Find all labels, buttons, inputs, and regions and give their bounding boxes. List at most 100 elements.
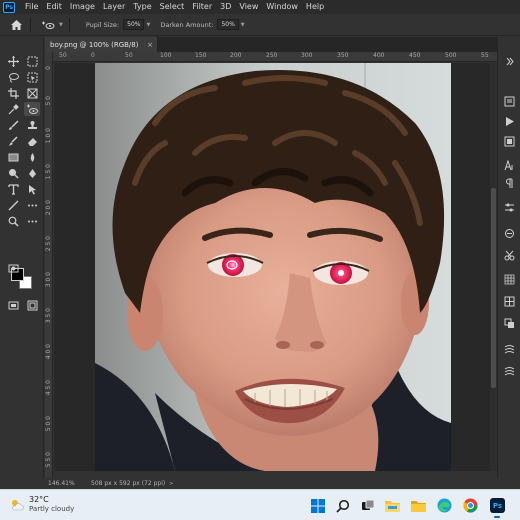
paths-panel-button[interactable] xyxy=(503,365,516,378)
ruler-label: 0 xyxy=(45,66,52,70)
ruler-label: 1 5 0 xyxy=(45,164,52,180)
history-panel-button[interactable] xyxy=(503,95,516,108)
zoom-level[interactable]: 146.41% xyxy=(45,480,87,487)
line-tool[interactable] xyxy=(5,198,21,212)
swatches-panel-button[interactable] xyxy=(503,273,516,286)
options-separator xyxy=(30,17,31,32)
windows-taskbar: 32°C Partly cloudy Ps xyxy=(0,489,520,520)
color-panel-button[interactable] xyxy=(503,135,516,148)
vertical-scrollbar[interactable] xyxy=(490,63,497,471)
home-button[interactable] xyxy=(8,17,24,33)
history-brush-tool[interactable] xyxy=(5,134,21,148)
active-app-indicator xyxy=(494,516,500,518)
brush-settings-button[interactable] xyxy=(503,249,516,262)
scrollbar-thumb[interactable] xyxy=(491,188,496,388)
pen-tool[interactable] xyxy=(24,166,40,180)
menu-filter[interactable]: Filter xyxy=(188,0,216,14)
photoshop-icon: Ps xyxy=(490,498,505,513)
object-select-tool[interactable] xyxy=(24,70,40,84)
status-menu-arrow[interactable]: > xyxy=(169,481,173,487)
file-explorer-button[interactable] xyxy=(384,497,401,514)
gradient-tool[interactable] xyxy=(5,150,21,164)
move-tool[interactable] xyxy=(5,54,21,68)
pupil-size-dropdown-icon[interactable]: ▼ xyxy=(146,22,150,28)
menu-help[interactable]: Help xyxy=(302,0,328,14)
document-info: 508 px x 592 px (72 ppi) xyxy=(91,480,166,487)
ruler-label: 350 xyxy=(337,52,349,59)
frame-tool[interactable] xyxy=(24,86,40,100)
document-tab[interactable]: boy.png @ 100% (RGB/8) × xyxy=(45,37,157,52)
stamp-tool[interactable] xyxy=(24,118,40,132)
type-tool[interactable] xyxy=(5,182,21,196)
tool-preset-picker[interactable]: ▼ xyxy=(41,20,63,30)
crop-tool[interactable] xyxy=(5,86,21,100)
double-chevron-icon xyxy=(506,57,514,66)
menu-file[interactable]: File xyxy=(21,0,42,14)
lasso-tool[interactable] xyxy=(5,70,21,84)
menu-edit[interactable]: Edit xyxy=(42,0,66,14)
canvas-area[interactable] xyxy=(54,63,490,471)
photoshop-taskbar-button[interactable]: Ps xyxy=(489,497,506,514)
close-icon[interactable]: × xyxy=(147,41,153,49)
windows-start-button[interactable] xyxy=(309,497,326,514)
darken-amount-input[interactable]: 50% xyxy=(217,19,239,30)
blur-tool[interactable] xyxy=(24,150,40,164)
portrait-image xyxy=(95,63,451,471)
ruler-label: 4 5 0 xyxy=(45,380,52,396)
taskbar-search-button[interactable] xyxy=(334,497,351,514)
task-view-icon xyxy=(361,499,374,510)
menu-type[interactable]: Type xyxy=(129,0,155,14)
menu-layer[interactable]: Layer xyxy=(99,0,129,14)
path-select-tool[interactable] xyxy=(24,182,40,196)
patterns-panel-button[interactable] xyxy=(503,295,516,308)
weather-temperature: 32°C xyxy=(29,495,49,504)
collapse-panels-button[interactable] xyxy=(503,55,516,68)
weather-widget[interactable]: 32°C Partly cloudy xyxy=(10,495,74,514)
folder-button[interactable] xyxy=(410,497,427,514)
task-view-button[interactable] xyxy=(359,497,376,514)
ruler-label: 500 xyxy=(445,52,457,59)
screen-mode-button[interactable] xyxy=(5,298,21,312)
menu-window[interactable]: Window xyxy=(262,0,302,14)
red-eye-tool[interactable] xyxy=(24,102,40,116)
photo-canvas[interactable] xyxy=(95,63,451,471)
edit-toolbar-button[interactable] xyxy=(24,298,40,312)
more-tools[interactable] xyxy=(24,214,40,228)
chrome-button[interactable] xyxy=(462,497,479,514)
eraser-tool[interactable] xyxy=(24,134,40,148)
character-panel-button[interactable] xyxy=(503,159,516,172)
ruler-label: 3 0 0 xyxy=(45,272,52,288)
properties-panel-button[interactable] xyxy=(503,201,516,214)
menu-image[interactable]: Image xyxy=(66,0,99,14)
edge-button[interactable] xyxy=(436,497,453,514)
actions-panel-button[interactable] xyxy=(503,115,516,128)
paragraph-panel-button[interactable] xyxy=(503,177,516,190)
more-icon xyxy=(27,220,37,222)
channels-icon xyxy=(504,345,515,354)
ruler-label: 1 0 0 xyxy=(45,128,52,144)
menu-3d[interactable]: 3D xyxy=(216,0,235,14)
quick-mask-button[interactable] xyxy=(5,261,21,275)
artboard-tool[interactable] xyxy=(24,54,40,68)
channels-panel-button[interactable] xyxy=(503,343,516,356)
ruler-label: 100 xyxy=(160,52,172,59)
hand-tool[interactable] xyxy=(24,198,40,212)
menu-select[interactable]: Select xyxy=(156,0,189,14)
chevron-down-icon: ▼ xyxy=(59,21,63,28)
grid-icon xyxy=(504,274,515,285)
dodge-tool[interactable] xyxy=(5,166,21,180)
ruler-label: 3 5 0 xyxy=(45,308,52,324)
screen-mode-icon xyxy=(8,301,18,309)
zoom-tool[interactable] xyxy=(5,214,21,228)
layers-panel-button[interactable] xyxy=(503,317,516,330)
darken-amount-dropdown-icon[interactable]: ▼ xyxy=(241,22,245,28)
eyedropper-tool[interactable] xyxy=(5,102,21,116)
brush-tool[interactable] xyxy=(5,118,21,132)
options-separator xyxy=(68,17,70,32)
glyphs-panel-button[interactable] xyxy=(503,227,516,240)
pupil-size-input[interactable]: 50% xyxy=(123,19,145,30)
ruler-label: 400 xyxy=(373,52,385,59)
menu-view[interactable]: View xyxy=(235,0,262,14)
ruler-label: 150 xyxy=(195,52,207,59)
history-brush-icon xyxy=(8,135,18,146)
